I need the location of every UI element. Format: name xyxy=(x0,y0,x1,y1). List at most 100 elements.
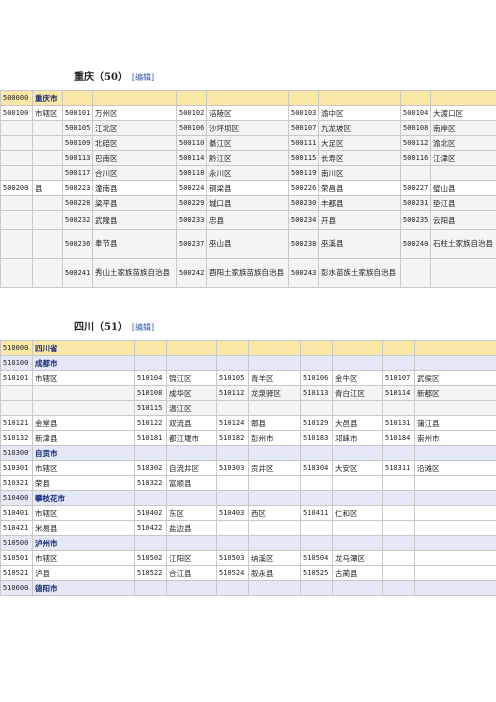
region-code: 500200 xyxy=(0,180,33,196)
region-code: 510106 xyxy=(300,370,333,386)
region-code: 510184 xyxy=(382,430,415,446)
region-name xyxy=(248,445,301,461)
region-name: 大渡口区 xyxy=(430,105,496,121)
region-name xyxy=(32,195,63,211)
region-code: 510100 xyxy=(0,355,33,371)
region-name: 县 xyxy=(32,180,63,196)
region-name xyxy=(166,355,217,371)
region-name: 都江堰市 xyxy=(166,430,217,446)
region-code: 500107 xyxy=(288,120,319,136)
region-code: 500230 xyxy=(288,195,319,211)
region-name xyxy=(430,165,496,181)
region-name xyxy=(414,535,496,551)
table-row: 510421 米易县 510422 盐边县 xyxy=(0,520,496,536)
region-code: 510108 xyxy=(134,385,167,401)
region-code xyxy=(0,258,33,288)
region-name xyxy=(166,580,217,596)
table-row: 500109 北碚区 500110 綦江区 500111 大足区 500112 渝北区 xyxy=(0,135,496,151)
region-name xyxy=(332,520,383,536)
region-code: 510304 xyxy=(300,460,333,476)
region-code xyxy=(134,490,167,506)
region-code xyxy=(382,550,415,566)
region-code: 500227 xyxy=(400,180,431,196)
region-name: 南岸区 xyxy=(430,120,496,136)
city-row: 510400 攀枝花市 xyxy=(0,490,496,506)
region-name: 长寿区 xyxy=(318,150,401,166)
region-code xyxy=(300,580,333,596)
region-code: 500115 xyxy=(288,150,319,166)
region-code: 510500 xyxy=(0,535,33,551)
region-code: 500118 xyxy=(176,165,207,181)
region-name: 合川区 xyxy=(92,165,177,181)
region-name: 市辖区 xyxy=(32,370,135,386)
region-name: 江北区 xyxy=(92,120,177,136)
region-name xyxy=(332,445,383,461)
region-code xyxy=(400,165,431,181)
region-code: 500237 xyxy=(176,229,207,259)
region-code: 500117 xyxy=(62,165,93,181)
region-name xyxy=(32,120,63,136)
table-row: 510501 市辖区 510502 江阳区 510503 纳溪区 510504 龙马潭区 xyxy=(0,550,496,566)
region-name: 古蔺县 xyxy=(332,565,383,581)
region-code: 510302 xyxy=(134,460,167,476)
region-code xyxy=(382,580,415,596)
region-name: 金牛区 xyxy=(332,370,383,386)
table-row: 510115 温江区 xyxy=(0,400,496,416)
region-name: 泸县 xyxy=(32,565,135,581)
region-code xyxy=(382,535,415,551)
region-code: 510400 xyxy=(0,490,33,506)
region-name: 梁平县 xyxy=(92,195,177,211)
region-code: 500116 xyxy=(400,150,431,166)
region-name xyxy=(248,490,301,506)
region-name: 新都区 xyxy=(414,385,496,401)
region-code: 500232 xyxy=(62,210,93,230)
region-name: 市辖区 xyxy=(32,505,135,521)
region-code xyxy=(300,400,333,416)
region-name: 成都市 xyxy=(32,355,135,371)
region-name: 巴南区 xyxy=(92,150,177,166)
region-name: 綦江区 xyxy=(206,135,289,151)
region-code xyxy=(382,400,415,416)
region-code: 510402 xyxy=(134,505,167,521)
region-name: 万州区 xyxy=(92,105,177,121)
region-code xyxy=(0,135,33,151)
region-name: 永川区 xyxy=(206,165,289,181)
region-name: 江阳区 xyxy=(166,550,217,566)
region-name: 开县 xyxy=(318,210,401,230)
region-code: 510421 xyxy=(0,520,33,536)
region-name xyxy=(248,535,301,551)
table-row: 510101 市辖区 510104 锦江区 510105 青羊区 510106 金牛区 5101… xyxy=(0,370,496,386)
region-code xyxy=(300,520,333,536)
region-code: 500110 xyxy=(176,135,207,151)
region-name: 温江区 xyxy=(166,400,217,416)
city-row: 510100 成都市 xyxy=(0,355,496,371)
region-name: 奉节县 xyxy=(92,229,177,259)
region-code: 510403 xyxy=(216,505,249,521)
sichuan-edit-link[interactable]: [编辑] xyxy=(132,322,154,333)
sichuan-heading: 四川（51） [编辑] xyxy=(74,318,154,333)
region-code xyxy=(0,165,33,181)
province-name: 四川省 xyxy=(32,340,135,356)
region-name: 大安区 xyxy=(332,460,383,476)
chongqing-table: 500000 重庆市 500100 市辖区 500101 万州区 500102 涪陵区 50… xyxy=(0,90,496,288)
region-name: 盐边县 xyxy=(166,520,217,536)
region-code: 510303 xyxy=(216,460,249,476)
region-name: 沿滩区 xyxy=(414,460,496,476)
chongqing-edit-link[interactable]: [编辑] xyxy=(132,72,154,83)
region-code xyxy=(134,355,167,371)
region-code xyxy=(216,355,249,371)
region-code xyxy=(300,535,333,551)
region-code xyxy=(382,355,415,371)
region-name xyxy=(414,475,496,491)
table-row: 500100 市辖区 500101 万州区 500102 涪陵区 500103 渝中区 5001… xyxy=(0,105,496,121)
region-name: 璧山县 xyxy=(430,180,496,196)
region-name xyxy=(414,490,496,506)
region-code: 510600 xyxy=(0,580,33,596)
region-name: 市辖区 xyxy=(32,550,135,566)
region-name: 巫溪县 xyxy=(318,229,401,259)
region-name: 渝中区 xyxy=(318,105,401,121)
region-name: 自流井区 xyxy=(166,460,217,476)
region-code: 500105 xyxy=(62,120,93,136)
region-name xyxy=(32,400,135,416)
region-name xyxy=(430,258,496,288)
